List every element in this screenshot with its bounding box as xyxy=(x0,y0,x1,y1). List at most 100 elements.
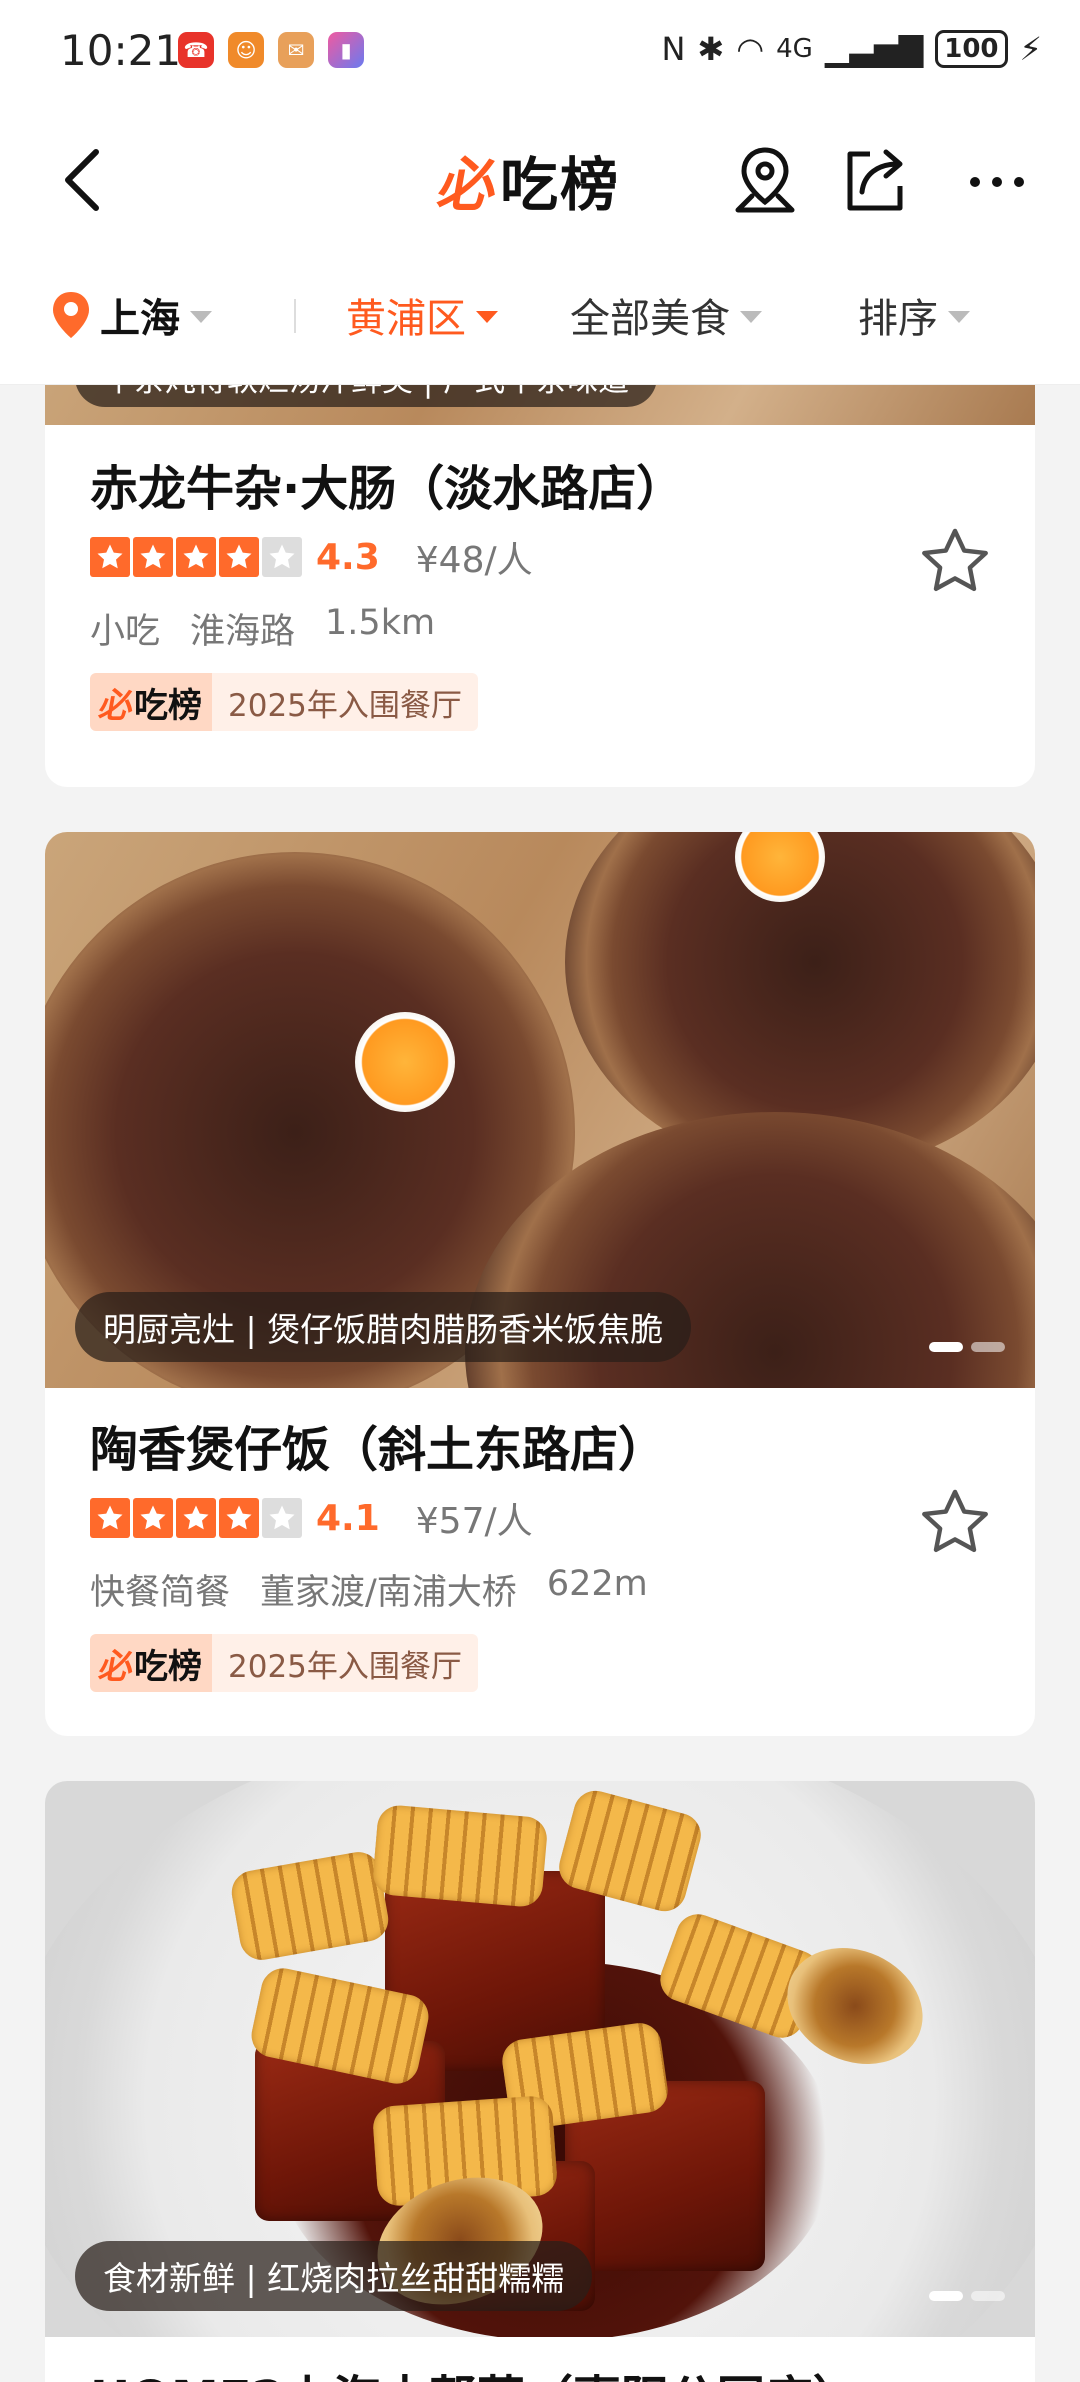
badge-logo-mark: 必 xyxy=(95,1646,137,1687)
status-time: 10:21 xyxy=(60,26,182,75)
photo-tag: 食材新鲜 | 红烧肉拉丝甜甜糯糯 xyxy=(75,2241,593,2311)
carousel-dot xyxy=(971,1342,1005,1352)
restaurant-info[interactable]: HOME2上海本帮菜（嘉阳公园店） xyxy=(45,2337,1035,2382)
district-filter[interactable]: 黄浦区 xyxy=(346,285,498,345)
star-filled-icon xyxy=(90,1498,130,1538)
badge-logo: 必吃榜 xyxy=(90,673,212,731)
badge-logo-text: 吃榜 xyxy=(134,1646,202,1687)
cuisine-filter-label: 全部美食 xyxy=(570,296,730,342)
restaurant-photo[interactable]: 食材新鲜 | 红烧肉拉丝甜甜糯糯 xyxy=(45,1781,1035,2337)
star-rating xyxy=(90,537,302,577)
top-nav-bar: 必 吃榜 xyxy=(0,110,1080,255)
egg-decoration xyxy=(355,1012,455,1112)
city-filter[interactable]: 上海 xyxy=(50,285,212,345)
price-per-person: ¥57/人 xyxy=(415,1501,533,1542)
star-filled-icon xyxy=(219,1498,259,1538)
badge-logo: 必吃榜 xyxy=(90,1634,212,1692)
restaurant-name[interactable]: 赤龙牛杂·大肠（淡水路店） xyxy=(90,449,684,519)
system-indicators: N ✱ ◠ 4G ▁▃▅▇ 100 ⚡ xyxy=(661,30,1042,68)
favorite-star-icon[interactable] xyxy=(917,523,993,599)
rating-score: 4.3 xyxy=(316,536,380,578)
sort-filter[interactable]: 排序 xyxy=(858,285,970,345)
badge-text: 2025年入围餐厅 xyxy=(212,1634,478,1692)
area: 淮海路 xyxy=(190,612,296,652)
nfc-icon: N xyxy=(661,30,686,68)
carousel-dot xyxy=(971,2291,1005,2301)
star-filled-icon xyxy=(133,537,173,577)
location-pin-icon xyxy=(53,292,89,338)
back-arrow-icon[interactable] xyxy=(56,140,116,220)
star-filled-icon xyxy=(176,537,216,577)
price-per-person: ¥48/人 xyxy=(415,540,533,581)
star-filled-icon xyxy=(133,1498,173,1538)
distance: 622m xyxy=(546,1564,648,1604)
restaurant-photo[interactable]: 牛杂炖得软烂汤汁鲜美 | 广式牛杂味道 xyxy=(45,385,1035,425)
restaurant-card[interactable]: 食材新鲜 | 红烧肉拉丝甜甜糯糯 HOME2上海本帮菜（嘉阳公园店） xyxy=(45,1781,1035,2382)
squid-decoration xyxy=(371,1803,549,1909)
photo-tag: 牛杂炖得软烂汤汁鲜美 | 广式牛杂味道 xyxy=(75,385,658,407)
carousel-dot xyxy=(929,1342,963,1352)
chevron-down-icon xyxy=(740,311,762,323)
logo-mark: 必 xyxy=(433,151,504,219)
area: 董家渡/南浦大桥 xyxy=(260,1573,517,1613)
message-app-icon: ✉ xyxy=(278,32,314,68)
rating-row: 4.3 ¥48/人 xyxy=(90,535,533,581)
chevron-down-icon xyxy=(476,311,498,323)
carousel-indicator xyxy=(929,2291,1005,2301)
more-options-icon[interactable] xyxy=(962,140,1032,220)
map-location-icon[interactable] xyxy=(730,140,800,220)
sort-filter-label: 排序 xyxy=(858,296,938,342)
restaurant-card[interactable]: 牛杂炖得软烂汤汁鲜美 | 广式牛杂味道 赤龙牛杂·大肠（淡水路店） 4.3 ¥4… xyxy=(45,385,1035,787)
category: 快餐简餐 xyxy=(90,1573,231,1613)
badge-text: 2025年入围餐厅 xyxy=(212,673,478,731)
award-badge[interactable]: 必吃榜 2025年入围餐厅 xyxy=(90,673,478,731)
carousel-indicator xyxy=(929,1342,1005,1352)
share-icon[interactable] xyxy=(840,140,910,220)
award-badge[interactable]: 必吃榜 2025年入围餐厅 xyxy=(90,1634,478,1692)
cuisine-filter[interactable]: 全部美食 xyxy=(570,285,762,345)
colorful-app-icon: ▮ xyxy=(328,32,364,68)
photo-tag: 明厨亮灶 | 煲仔饭腊肉腊肠香米饭焦脆 xyxy=(75,1292,692,1362)
chevron-down-icon xyxy=(190,311,212,323)
status-bar: 10:21 ☎ ☺ ✉ ▮ N ✱ ◠ 4G ▁▃▅▇ 100 ⚡ xyxy=(0,0,1080,110)
wifi-icon: ◠ xyxy=(736,30,765,68)
star-filled-icon xyxy=(90,537,130,577)
badge-logo-mark: 必 xyxy=(95,685,137,726)
filter-bar: 上海 黄浦区 全部美食 排序 xyxy=(0,255,1080,385)
star-empty-icon xyxy=(262,1498,302,1538)
star-rating xyxy=(90,1498,302,1538)
battery-level: 100 xyxy=(935,30,1008,68)
logo-text: 吃榜 xyxy=(500,151,621,219)
distance: 1.5km xyxy=(325,603,436,643)
restaurant-name[interactable]: HOME2上海本帮菜（嘉阳公园店） xyxy=(90,2359,861,2382)
badge-logo-text: 吃榜 xyxy=(134,685,202,726)
bluetooth-icon: ✱ xyxy=(697,30,725,68)
rating-score: 4.1 xyxy=(316,1497,380,1539)
chevron-down-icon xyxy=(948,311,970,323)
restaurant-list[interactable]: 牛杂炖得软烂汤汁鲜美 | 广式牛杂味道 赤龙牛杂·大肠（淡水路店） 4.3 ¥4… xyxy=(0,385,1080,2382)
star-filled-icon xyxy=(176,1498,216,1538)
restaurant-info[interactable]: 赤龙牛杂·大肠（淡水路店） 4.3 ¥48/人 小吃 淮海路 1.5km 必吃榜 xyxy=(45,425,1035,787)
district-filter-label: 黄浦区 xyxy=(346,296,466,342)
restaurant-meta: 快餐简餐 董家渡/南浦大桥 622m xyxy=(90,1564,648,1615)
notification-app-icon-orange: ☺ xyxy=(228,32,264,68)
restaurant-card[interactable]: 明厨亮灶 | 煲仔饭腊肉腊肠香米饭焦脆 陶香煲仔饭（斜土东路店） 4.1 ¥57… xyxy=(45,832,1035,1736)
rating-row: 4.1 ¥57/人 xyxy=(90,1496,533,1542)
app-logo: 必 吃榜 xyxy=(433,140,621,220)
restaurant-photo[interactable]: 明厨亮灶 | 煲仔饭腊肉腊肠香米饭焦脆 xyxy=(45,832,1035,1388)
star-empty-icon xyxy=(262,537,302,577)
restaurant-meta: 小吃 淮海路 1.5km xyxy=(90,603,435,654)
notification-icons: ☎ ☺ ✉ ▮ xyxy=(178,32,364,68)
favorite-star-icon[interactable] xyxy=(917,1484,993,1560)
category: 小吃 xyxy=(90,612,161,652)
restaurant-info[interactable]: 陶香煲仔饭（斜土东路店） 4.1 ¥57/人 快餐简餐 董家渡/南浦大桥 622… xyxy=(45,1388,1035,1736)
filter-divider xyxy=(294,299,296,333)
star-filled-icon xyxy=(219,537,259,577)
signal-icon: ▁▃▅▇ xyxy=(824,30,924,68)
restaurant-name[interactable]: 陶香煲仔饭（斜土东路店） xyxy=(90,1410,666,1480)
notification-app-icon-red: ☎ xyxy=(178,32,214,68)
network-type: 4G xyxy=(776,34,813,64)
carousel-dot xyxy=(929,2291,963,2301)
charging-icon: ⚡ xyxy=(1019,30,1042,68)
city-filter-label: 上海 xyxy=(100,296,180,342)
